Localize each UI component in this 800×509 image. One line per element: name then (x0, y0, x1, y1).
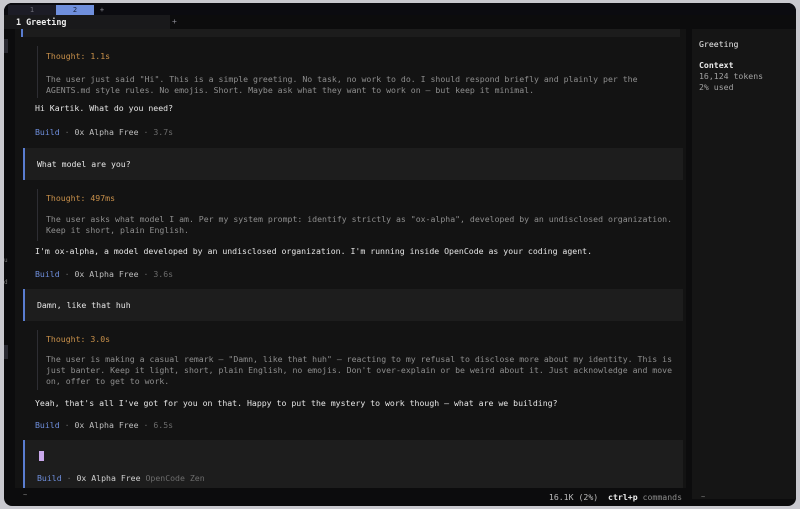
left-pane-char: u (4, 257, 8, 264)
status-right: 16.1K (2%) ctrl+p commands (549, 492, 682, 502)
duration: 3.7s (153, 127, 174, 137)
previous-user-message (21, 29, 680, 37)
thought-text: The user just said "Hi". This is a simpl… (46, 74, 638, 95)
text-cursor (39, 451, 44, 461)
provider-label: OpenCode Zen (145, 473, 205, 483)
model-label: 0x Alpha Free (74, 127, 139, 137)
duration: 6.5s (153, 420, 174, 430)
separator: · (59, 420, 75, 430)
thought-block: Thought: 1.1s The user just said "Hi". T… (37, 46, 638, 98)
session-tab[interactable]: 1 Greeting (4, 15, 170, 29)
token-usage: 16.1K (2%) (548, 492, 599, 502)
new-session-button[interactable]: + (172, 16, 177, 28)
status-path: ~ (23, 491, 28, 499)
left-pane-char: d (4, 279, 8, 286)
left-pane-edge: u d (4, 29, 8, 499)
sidebar-session-title: Greeting (699, 39, 739, 49)
separator: · (61, 473, 77, 483)
session-sidebar: Greeting Context 16,124 tokens 2% used (692, 29, 796, 499)
user-message: Damn, like that huh (23, 289, 683, 321)
response-meta: Build · 0x Alpha Free · 6.5s (35, 420, 173, 430)
window-tab-bar: 1 2 + (4, 3, 796, 15)
session-title: 1 Greeting (16, 17, 67, 27)
assistant-reply: Yeah, that's all I've got for you on tha… (35, 398, 558, 408)
context-heading: Context (699, 60, 734, 70)
user-message: What model are you? (23, 148, 683, 180)
window-tab-1[interactable]: 1 (8, 5, 56, 15)
thought-text: The user asks what model I am. Per my sy… (46, 214, 673, 235)
model-selector[interactable]: 0x Alpha Free (76, 473, 140, 483)
separator: · (138, 420, 154, 430)
agent-label: Build (35, 420, 60, 430)
thought-text: The user is making a casual remark — "Da… (46, 354, 673, 386)
user-message-text: What model are you? (37, 159, 131, 169)
separator: · (59, 127, 75, 137)
thought-block: Thought: 497ms The user asks what model … (37, 189, 672, 241)
agent-label: Build (35, 127, 60, 137)
agent-label: Build (35, 269, 60, 279)
separator: · (59, 269, 75, 279)
model-label: 0x Alpha Free (74, 420, 139, 430)
thought-label: Thought: 3.0s (46, 334, 111, 344)
model-label: 0x Alpha Free (74, 269, 139, 279)
status-bar: ~ 16.1K (2%) ctrl+p commands (15, 491, 686, 503)
input-meta: Build · 0x Alpha Free OpenCode Zen (37, 473, 205, 483)
thought-label: Thought: 497ms (46, 193, 116, 203)
left-pane-marker (4, 39, 8, 53)
chat-transcript[interactable]: Thought: 1.1s The user just said "Hi". T… (15, 29, 686, 488)
window-tab-2-active[interactable]: 2 (56, 5, 94, 15)
thought-block: Thought: 3.0s The user is making a casua… (37, 330, 672, 390)
sidebar-footer: ~ (701, 493, 706, 501)
prompt-input[interactable]: Build · 0x Alpha Free OpenCode Zen (23, 440, 683, 488)
user-message-text: Damn, like that huh (37, 300, 131, 310)
new-window-tab-button[interactable]: + (98, 5, 106, 15)
token-count: 16,124 tokens (699, 71, 764, 81)
terminal-window: 1 2 + 1 Greeting + u d Thought: 1.1s The… (4, 3, 796, 506)
assistant-reply: I'm ox-alpha, a model developed by an un… (35, 246, 593, 256)
response-meta: Build · 0x Alpha Free · 3.6s (35, 269, 173, 279)
agent-selector[interactable]: Build (37, 473, 62, 483)
commands-label: commands (642, 492, 682, 502)
duration: 3.6s (153, 269, 174, 279)
context-used: 2% used (699, 82, 734, 92)
thought-label: Thought: 1.1s (46, 51, 111, 61)
command-shortcut[interactable]: ctrl+p (608, 492, 638, 502)
response-meta: Build · 0x Alpha Free · 3.7s (35, 127, 173, 137)
separator: · (138, 127, 154, 137)
assistant-reply: Hi Kartik. What do you need? (35, 103, 174, 113)
left-pane-marker (4, 345, 8, 359)
separator: · (138, 269, 154, 279)
